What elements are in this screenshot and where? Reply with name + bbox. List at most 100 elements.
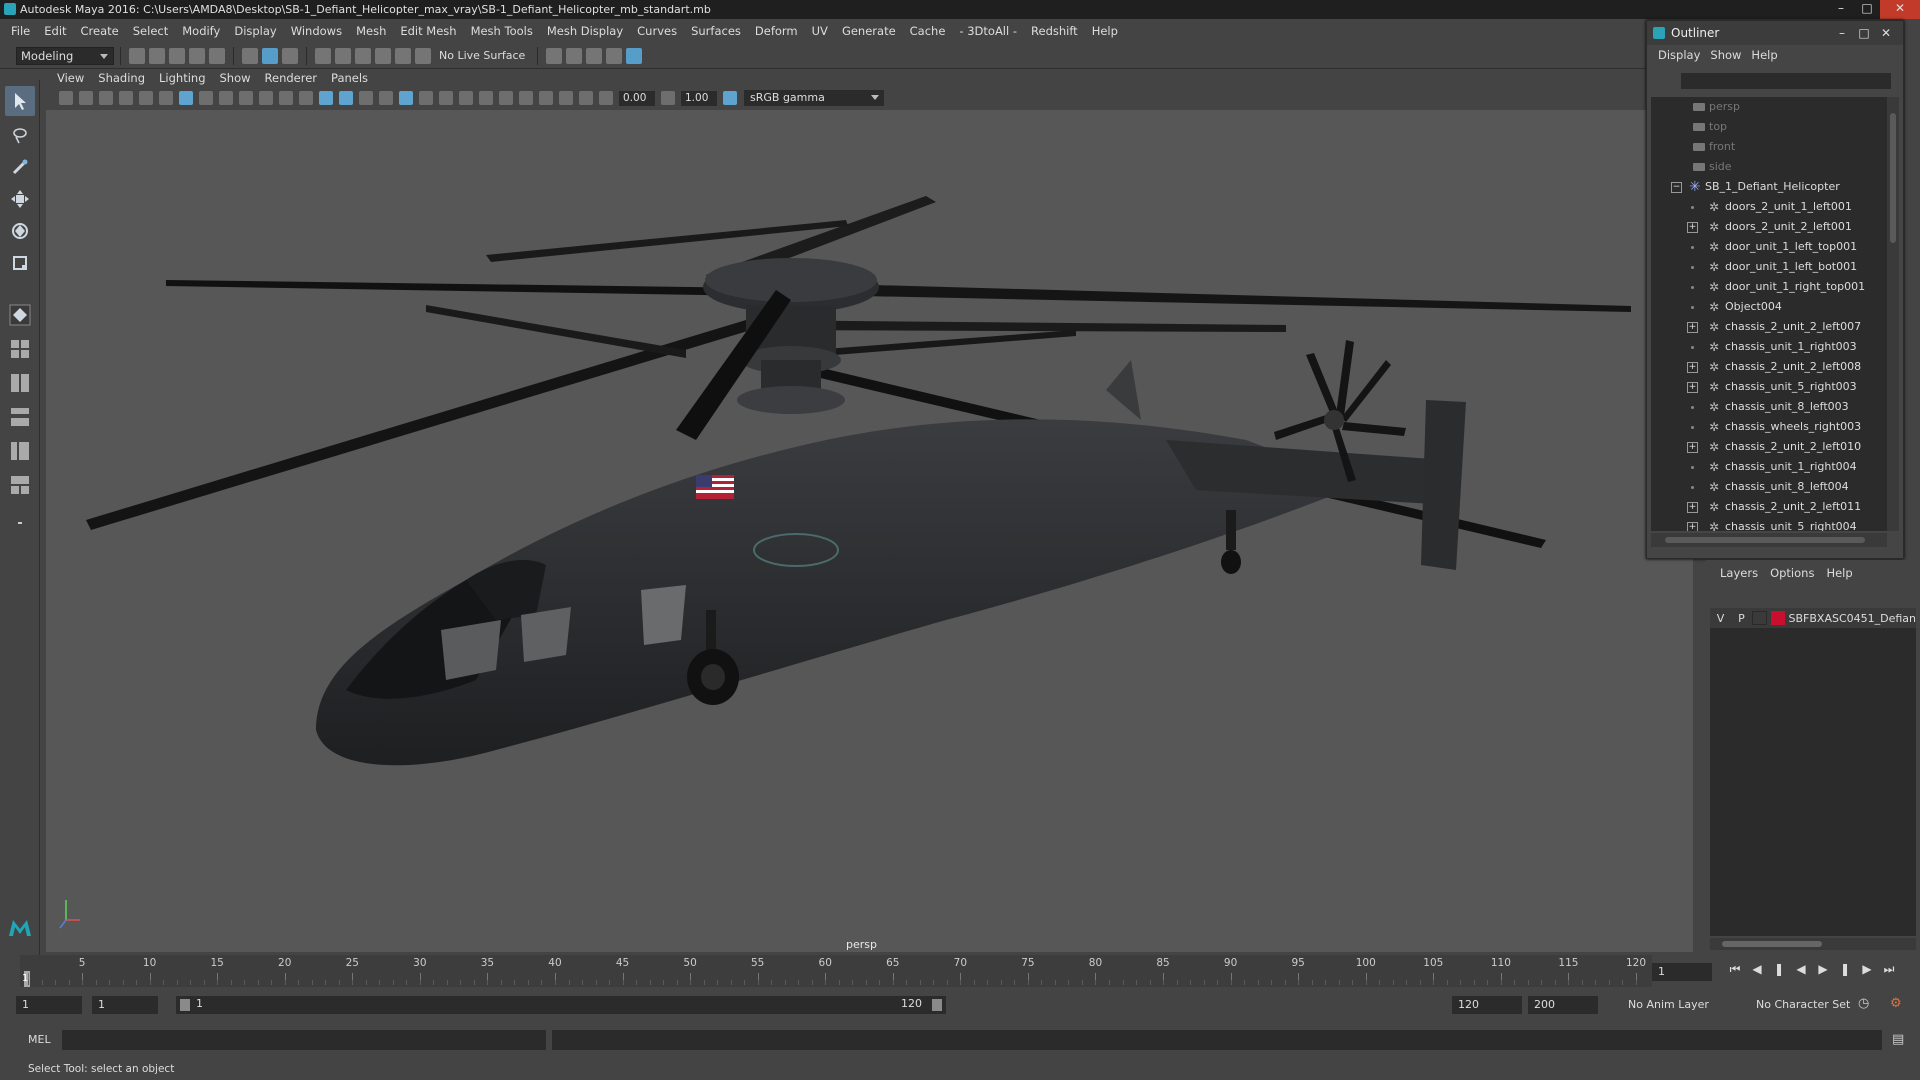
layer-name[interactable]: SBFBXASC0451_Defian <box>1789 612 1917 625</box>
outliner-item[interactable]: ✲ door_unit_1_left_bot001 <box>1651 257 1887 277</box>
outliner-list[interactable]: persp top front side − ✳ SB_1_Defiant_Helicopt… <box>1651 97 1887 531</box>
menu-redshift[interactable]: Redshift <box>1024 24 1085 38</box>
panel-menu-view[interactable]: View <box>50 71 91 85</box>
outliner-item[interactable]: ✲ chassis_unit_1_right003 <box>1651 337 1887 357</box>
animation-end-field[interactable]: 200 <box>1528 996 1598 1014</box>
isolate-select-icon[interactable] <box>519 91 533 105</box>
outliner-item[interactable]: persp <box>1651 97 1887 117</box>
wireframe-icon[interactable] <box>319 91 333 105</box>
ipr-render-icon[interactable] <box>586 47 603 64</box>
four-view-layout-icon[interactable] <box>5 334 35 364</box>
menu-modify[interactable]: Modify <box>175 24 227 38</box>
current-frame-field[interactable]: 1 <box>1652 963 1712 981</box>
snap-grid-icon[interactable] <box>315 47 331 64</box>
lasso-tool-icon[interactable] <box>5 120 35 150</box>
menu-mesh[interactable]: Mesh <box>349 24 393 38</box>
bookmarks-icon[interactable] <box>99 91 113 105</box>
view-transform-select[interactable]: sRGB gamma <box>744 90 884 106</box>
render-frame-icon[interactable] <box>566 47 583 64</box>
menu-deform[interactable]: Deform <box>748 24 805 38</box>
outliner-item[interactable]: ✲ chassis_wheels_right003 <box>1651 417 1887 437</box>
select-object-icon[interactable] <box>262 47 278 64</box>
layer-visibility-toggle[interactable]: V <box>1710 612 1731 625</box>
minimize-button[interactable]: – <box>1828 0 1854 19</box>
menu-display[interactable]: Display <box>227 24 283 38</box>
resolution-gate-icon[interactable] <box>219 91 233 105</box>
layer-playback-toggle[interactable]: P <box>1731 612 1752 625</box>
render-view-icon[interactable] <box>546 47 563 64</box>
script-editor-icon[interactable]: ▤ <box>1892 1032 1904 1047</box>
field-chart-icon[interactable] <box>259 91 273 105</box>
collapse-toggle-icon[interactable]: − <box>1671 182 1682 193</box>
anti-aliasing-icon[interactable] <box>479 91 493 105</box>
menu-surfaces[interactable]: Surfaces <box>684 24 748 38</box>
2d-pan-zoom-icon[interactable] <box>139 91 153 105</box>
outliner-item[interactable]: ✲ chassis_unit_1_right004 <box>1651 457 1887 477</box>
panel-menu-lighting[interactable]: Lighting <box>152 71 212 85</box>
outliner-item[interactable]: + ✲ chassis_unit_5_right004 <box>1651 517 1887 531</box>
gamma-field[interactable]: 1.00 <box>681 90 717 106</box>
play-back-button[interactable]: ◀ <box>1794 962 1808 976</box>
hypershade-layout-icon[interactable] <box>5 470 35 500</box>
outliner-item[interactable]: top <box>1651 117 1887 137</box>
outliner-maximize-button[interactable]: □ <box>1853 21 1875 45</box>
expand-toggle-icon[interactable]: + <box>1687 522 1698 531</box>
outliner-item[interactable]: ✲ chassis_unit_8_left003 <box>1651 397 1887 417</box>
step-forward-key-button[interactable]: ▶ <box>1860 962 1874 976</box>
snap-view-icon[interactable] <box>375 47 391 64</box>
snap-curve-icon[interactable] <box>335 47 351 64</box>
menu-windows[interactable]: Windows <box>284 24 349 38</box>
gate-mask-icon[interactable] <box>239 91 253 105</box>
preferences-icon[interactable]: ⚙ <box>1890 996 1902 1011</box>
expand-toggle-icon[interactable]: + <box>1687 362 1698 373</box>
outliner-menu-display[interactable]: Display <box>1653 48 1705 62</box>
exposure-field[interactable]: 0.00 <box>619 90 655 106</box>
grid-icon[interactable] <box>179 91 193 105</box>
perspective-viewport[interactable] <box>46 110 1693 952</box>
xray-icon[interactable] <box>539 91 553 105</box>
expand-toggle-icon[interactable]: + <box>1687 502 1698 513</box>
step-back-key-button[interactable]: ◀ <box>1750 962 1764 976</box>
command-input[interactable] <box>62 1030 546 1050</box>
render-settings-icon[interactable] <box>606 47 623 64</box>
layer-row[interactable]: V P SBFBXASC0451_Defian <box>1710 608 1916 628</box>
menu-select[interactable]: Select <box>126 24 175 38</box>
go-to-end-button[interactable]: ⏭ <box>1882 962 1896 976</box>
new-scene-icon[interactable] <box>129 47 145 64</box>
layer-menu-layers[interactable]: Layers <box>1714 566 1764 580</box>
outliner-item[interactable]: ✲ chassis_unit_8_left004 <box>1651 477 1887 497</box>
playback-start-field[interactable]: 1 <box>92 996 158 1014</box>
camera-attributes-icon[interactable] <box>79 91 93 105</box>
anim-layer-select[interactable]: No Anim Layer <box>1622 996 1742 1014</box>
play-forward-button[interactable]: ▶ <box>1816 962 1830 976</box>
redo-icon[interactable] <box>209 47 225 64</box>
layer-type-toggle[interactable] <box>1751 611 1768 625</box>
exposure-icon[interactable] <box>599 91 613 105</box>
layer-menu-help[interactable]: Help <box>1820 566 1858 580</box>
motion-blur-icon[interactable] <box>459 91 473 105</box>
menu-generate[interactable]: Generate <box>835 24 903 38</box>
menu-3dtoall[interactable]: - 3DtoAll - <box>952 24 1024 38</box>
outliner-horizontal-scrollbar[interactable] <box>1651 533 1887 547</box>
panel-menu-show[interactable]: Show <box>213 71 258 85</box>
outliner-item[interactable]: ✲ door_unit_1_left_top001 <box>1651 237 1887 257</box>
layer-color-swatch[interactable] <box>1771 611 1785 625</box>
xray-components-icon[interactable] <box>579 91 593 105</box>
paint-select-tool-icon[interactable] <box>5 152 35 182</box>
animation-start-field[interactable]: 1 <box>16 996 82 1014</box>
menu-mesh-tools[interactable]: Mesh Tools <box>464 24 540 38</box>
side-by-side-layout-icon[interactable] <box>5 368 35 398</box>
outliner-item[interactable]: − ✳ SB_1_Defiant_Helicopter <box>1651 177 1887 197</box>
panel-menu-panels[interactable]: Panels <box>324 71 375 85</box>
go-to-start-button[interactable]: ⏮ <box>1728 962 1742 976</box>
menu-edit-mesh[interactable]: Edit Mesh <box>393 24 463 38</box>
layer-menu-options[interactable]: Options <box>1764 566 1820 580</box>
step-back-frame-button[interactable]: ❚ <box>1772 962 1786 976</box>
character-set-select[interactable]: No Character Set <box>1750 996 1874 1014</box>
menu-create[interactable]: Create <box>74 24 126 38</box>
mode-selector[interactable]: Modeling <box>16 46 114 65</box>
shadows-icon[interactable] <box>419 91 433 105</box>
persp-outliner-layout-icon[interactable] <box>5 402 35 432</box>
menu-help[interactable]: Help <box>1085 24 1125 38</box>
select-camera-icon[interactable] <box>59 91 73 105</box>
